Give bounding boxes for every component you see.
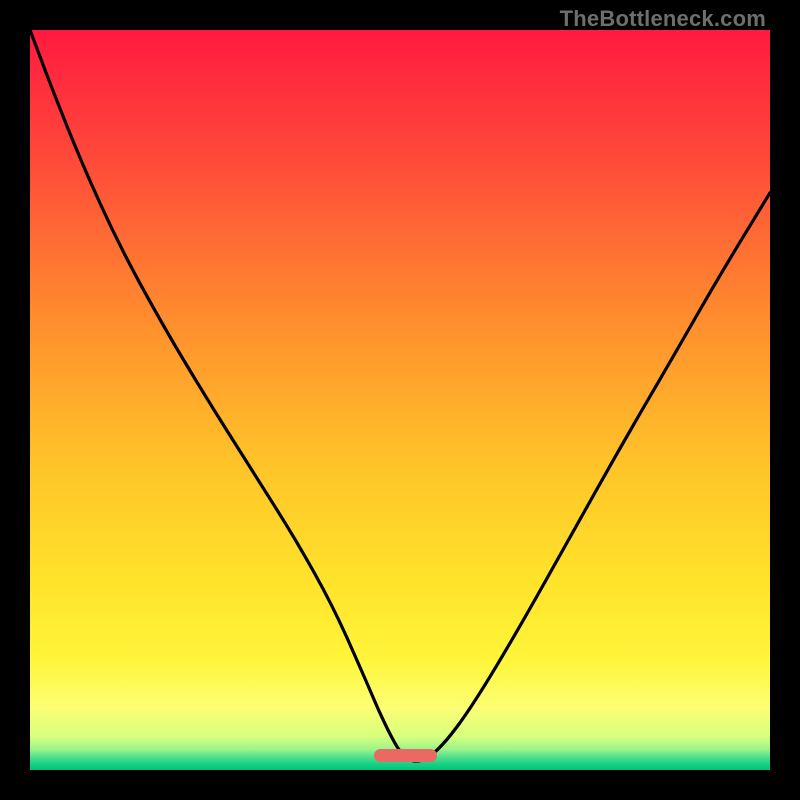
bottleneck-curve bbox=[30, 30, 770, 770]
plot-area bbox=[30, 30, 770, 770]
watermark-text: TheBottleneck.com bbox=[560, 6, 766, 32]
curve-path bbox=[30, 30, 770, 761]
optimum-marker bbox=[374, 749, 437, 762]
chart-frame: TheBottleneck.com bbox=[0, 0, 800, 800]
